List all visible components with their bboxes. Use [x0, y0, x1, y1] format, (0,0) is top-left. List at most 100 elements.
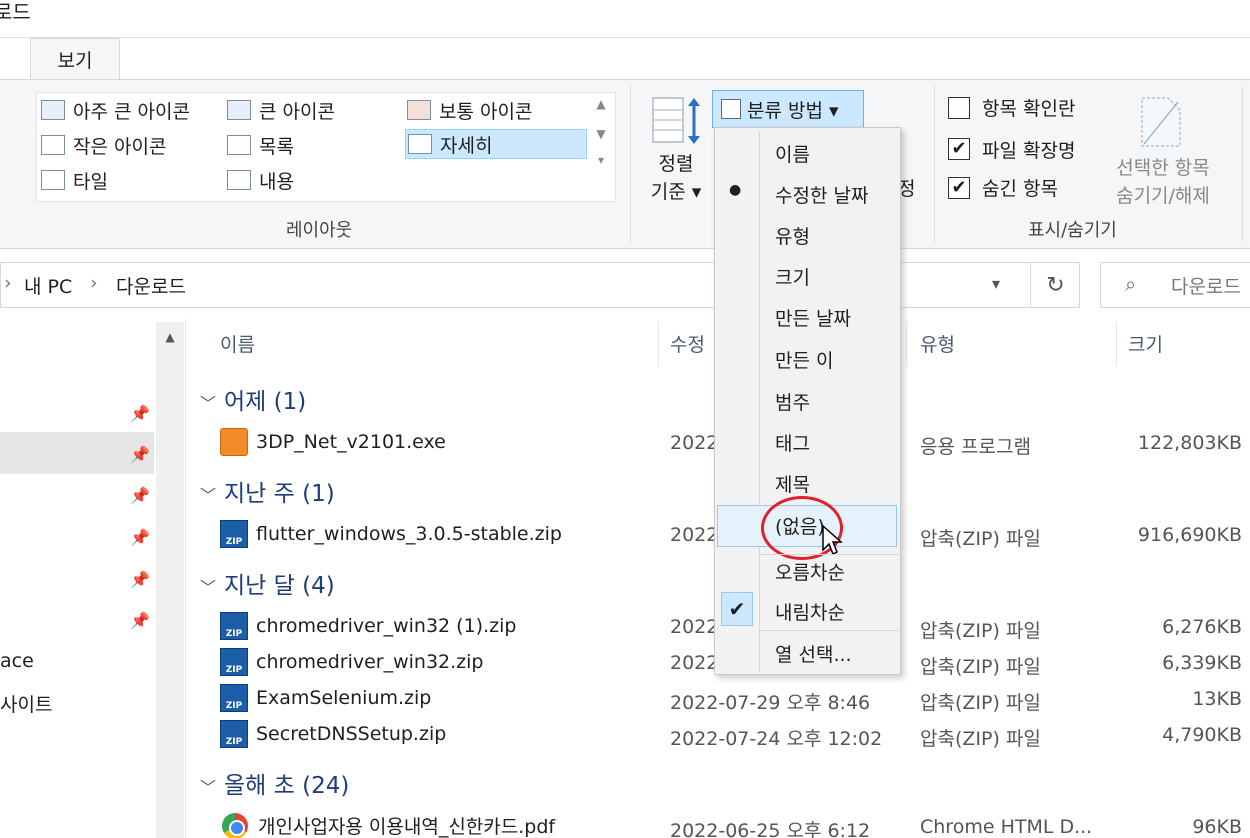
pin-icon[interactable]: 📌 — [130, 528, 150, 547]
menu-item-type[interactable]: 유형 — [775, 222, 810, 249]
layout-item-label: 목록 — [259, 135, 294, 158]
file-row-name[interactable]: ZIP flutter_windows_3.0.5-stable.zip — [220, 520, 562, 548]
sort-by-icon[interactable] — [652, 96, 700, 146]
layout-details[interactable]: 자세히 — [405, 129, 587, 159]
menu-item-date-created[interactable]: 만든 날짜 — [775, 304, 851, 331]
file-row-name[interactable]: 3DP_Net_v2101.exe — [220, 428, 446, 456]
group-header-last-week[interactable]: ﹀ 지난 주 (1) — [200, 474, 335, 508]
breadcrumb-downloads[interactable]: 다운로드 — [116, 272, 186, 299]
hide-selected-icon[interactable] — [1140, 96, 1182, 148]
nav-item-workspace[interactable]: ace — [0, 650, 34, 672]
file-row-type: 압축(ZIP) 파일 — [920, 620, 1041, 642]
menu-item-tags[interactable]: 태그 — [775, 429, 810, 456]
hide-selected-label-2: 숨기기/해제 — [1116, 185, 1210, 207]
exe-file-icon — [220, 428, 248, 456]
file-row-size: 13KB — [1192, 688, 1242, 710]
scroll-down-icon[interactable]: ▼ — [591, 127, 611, 141]
pin-icon[interactable]: 📌 — [130, 611, 150, 630]
details-icon — [408, 134, 432, 154]
file-row-name[interactable]: ZIP chromedriver_win32.zip — [220, 648, 484, 676]
column-header-name[interactable]: 이름 — [220, 330, 255, 357]
sort-by-label-2: 기준 ▾ — [650, 181, 702, 203]
group-header-last-month[interactable]: ﹀ 지난 달 (4) — [200, 566, 335, 600]
layout-medium-icons[interactable]: 보통 아이콘 — [407, 95, 532, 125]
group-header-yesterday[interactable]: ﹀ 어제 (1) — [200, 382, 306, 416]
sort-by-button[interactable]: 정렬 기준 ▾ — [644, 150, 708, 206]
menu-item-authors[interactable]: 만든 이 — [775, 346, 833, 373]
menu-item-title[interactable]: 제목 — [775, 470, 810, 497]
layout-item-label: 내용 — [259, 170, 294, 193]
layout-small-icons[interactable]: 작은 아이콘 — [41, 130, 166, 160]
refresh-icon[interactable]: ↻ — [1030, 262, 1080, 308]
group-by-label: 분류 방법 ▾ — [747, 99, 839, 122]
pin-icon[interactable]: 📌 — [130, 404, 150, 423]
hide-selected-button[interactable]: 선택한 항목 숨기기/해제 — [1100, 154, 1226, 210]
group-label: 지난 주 (1) — [224, 481, 335, 507]
item-checkbox-toggle[interactable] — [948, 97, 970, 119]
small-icons-icon — [41, 135, 65, 155]
breadcrumb-chevron-icon[interactable]: › — [90, 272, 98, 294]
pin-icon[interactable]: 📌 — [130, 486, 150, 505]
breadcrumb-this-pc[interactable]: 내 PC — [24, 272, 72, 299]
menu-item-date-modified[interactable]: 수정한 날짜 — [775, 181, 868, 208]
checkmark-icon: ✔ — [721, 592, 753, 626]
file-row-size: 916,690KB — [1137, 524, 1242, 546]
ribbon-separator — [1242, 86, 1243, 242]
tab-view[interactable]: 보기 — [30, 38, 120, 80]
column-header-type[interactable]: 유형 — [920, 330, 955, 357]
hide-selected-label-1: 선택한 항목 — [1116, 157, 1210, 179]
search-input[interactable]: ⌕ 다운로드 — [1100, 262, 1250, 308]
file-row-type: 압축(ZIP) 파일 — [920, 656, 1041, 678]
group-label: 올해 초 (24) — [224, 773, 350, 799]
nav-scrollbar[interactable]: ▲ — [156, 322, 184, 838]
scroll-up-icon[interactable]: ▲ — [156, 322, 184, 344]
menu-item-descending[interactable]: 내림차순 — [775, 598, 845, 625]
scroll-up-icon[interactable]: ▲ — [591, 97, 611, 111]
column-header-modified[interactable]: 수정 — [670, 330, 705, 357]
pin-icon[interactable]: 📌 — [130, 570, 150, 589]
group-by-button[interactable]: 분류 방법 ▾ — [712, 90, 864, 128]
file-extension-label: 파일 확장명 — [982, 140, 1076, 162]
file-row-date: 2022 — [670, 616, 719, 638]
file-row-name[interactable]: ZIP chromedriver_win32 (1).zip — [220, 612, 516, 640]
file-row-name[interactable]: 개인사업자용 이용내역_신한카드.pdf — [222, 812, 555, 838]
layout-tiles[interactable]: 타일 — [41, 165, 108, 195]
file-row-name[interactable]: ZIP SecretDNSSetup.zip — [220, 720, 446, 748]
menu-item-categories[interactable]: 범주 — [775, 388, 810, 415]
nav-item-site[interactable]: 사이트 — [0, 690, 52, 717]
zip-file-icon: ZIP — [220, 684, 248, 712]
file-extension-toggle[interactable]: ✔ — [948, 138, 970, 160]
menu-gutter-separator — [759, 132, 760, 672]
column-separator[interactable] — [658, 322, 659, 366]
pin-icon[interactable]: 📌 — [130, 445, 150, 464]
layout-content[interactable]: 내용 — [227, 165, 294, 195]
column-separator[interactable] — [1116, 322, 1117, 366]
file-row-name[interactable]: ZIP ExamSelenium.zip — [220, 684, 431, 712]
chevron-down-icon: ﹀ — [200, 578, 217, 597]
menu-separator — [759, 630, 899, 631]
menu-item-ascending[interactable]: 오름차순 — [775, 558, 845, 585]
search-icon: ⌕ — [1125, 272, 1137, 296]
menu-item-choose-columns[interactable]: 열 선택... — [775, 640, 852, 667]
menu-item-name[interactable]: 이름 — [775, 140, 810, 167]
layout-large-icons[interactable]: 큰 아이콘 — [227, 95, 335, 125]
chrome-pdf-icon — [222, 812, 248, 838]
menu-item-size[interactable]: 크기 — [775, 263, 810, 290]
hidden-items-label: 숨긴 항목 — [982, 178, 1058, 200]
layout-extra-large-icons[interactable]: 아주 큰 아이콘 — [41, 95, 190, 125]
gallery-more-icon[interactable]: ▾ — [591, 153, 611, 167]
column-separator[interactable] — [906, 322, 907, 366]
title-bar — [0, 0, 1250, 38]
hidden-items-toggle[interactable]: ✔ — [948, 177, 970, 199]
address-dropdown-icon[interactable]: ▾ — [992, 274, 1000, 293]
layout-list[interactable]: 목록 — [227, 130, 294, 160]
group-header-earlier-this-year[interactable]: ﹀ 올해 초 (24) — [200, 766, 349, 800]
file-name: SecretDNSSetup.zip — [256, 723, 447, 745]
file-row-date: 2022-06-25 오후 6:12 — [670, 820, 871, 838]
breadcrumb-chevron-icon[interactable]: › — [4, 272, 12, 294]
column-header-size[interactable]: 크기 — [1128, 330, 1163, 357]
layout-item-label: 큰 아이콘 — [259, 100, 335, 123]
file-row-type: 압축(ZIP) 파일 — [920, 728, 1041, 750]
chevron-down-icon: ﹀ — [200, 394, 217, 413]
layout-gallery-scroll[interactable]: ▲ ▼ ▾ — [591, 97, 611, 197]
